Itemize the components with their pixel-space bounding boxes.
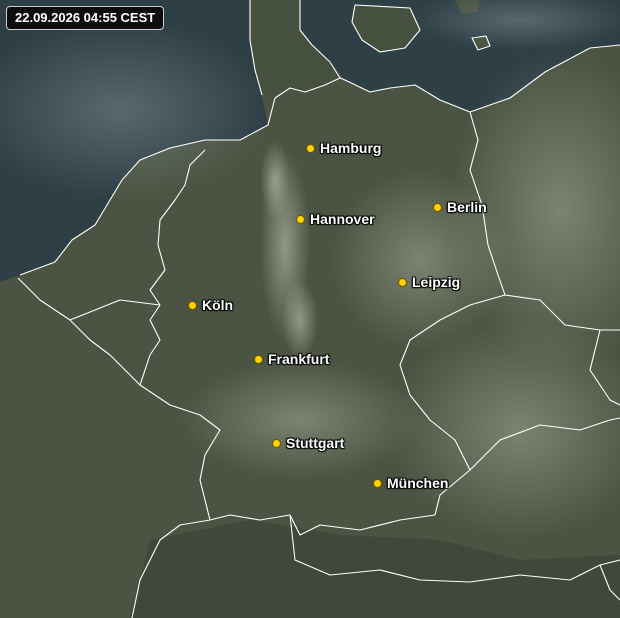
city-dot-icon [272, 438, 281, 448]
city-label: Stuttgart [286, 435, 345, 451]
city-label: Leipzig [412, 274, 461, 290]
city-label: München [387, 475, 449, 491]
city-marker-koeln[interactable]: Köln [188, 297, 233, 313]
city-dot-icon [188, 300, 197, 310]
city-dot-icon [398, 277, 407, 287]
city-marker-muenchen[interactable]: München [373, 475, 448, 491]
city-label: Frankfurt [268, 351, 330, 367]
city-marker-frankfurt[interactable]: Frankfurt [254, 351, 329, 367]
timestamp-label: 22.09.2026 04:55 CEST [6, 6, 165, 30]
city-marker-hamburg[interactable]: Hamburg [306, 140, 381, 156]
satellite-image [0, 0, 620, 618]
city-label: Köln [202, 297, 234, 313]
city-dot-icon [296, 214, 305, 224]
city-label: Berlin [447, 199, 487, 215]
city-label: Hamburg [320, 140, 382, 156]
city-marker-stuttgart[interactable]: Stuttgart [272, 435, 344, 451]
city-marker-leipzig[interactable]: Leipzig [398, 274, 460, 290]
city-label: Hannover [310, 211, 375, 227]
city-dot-icon [433, 202, 442, 212]
city-marker-hannover[interactable]: Hannover [296, 211, 375, 227]
city-dot-icon [306, 143, 315, 153]
satellite-map: 22.09.2026 04:55 CEST Hamburg Hannover B… [0, 0, 620, 618]
city-dot-icon [254, 354, 263, 364]
city-marker-berlin[interactable]: Berlin [433, 199, 487, 215]
city-dot-icon [373, 478, 382, 488]
